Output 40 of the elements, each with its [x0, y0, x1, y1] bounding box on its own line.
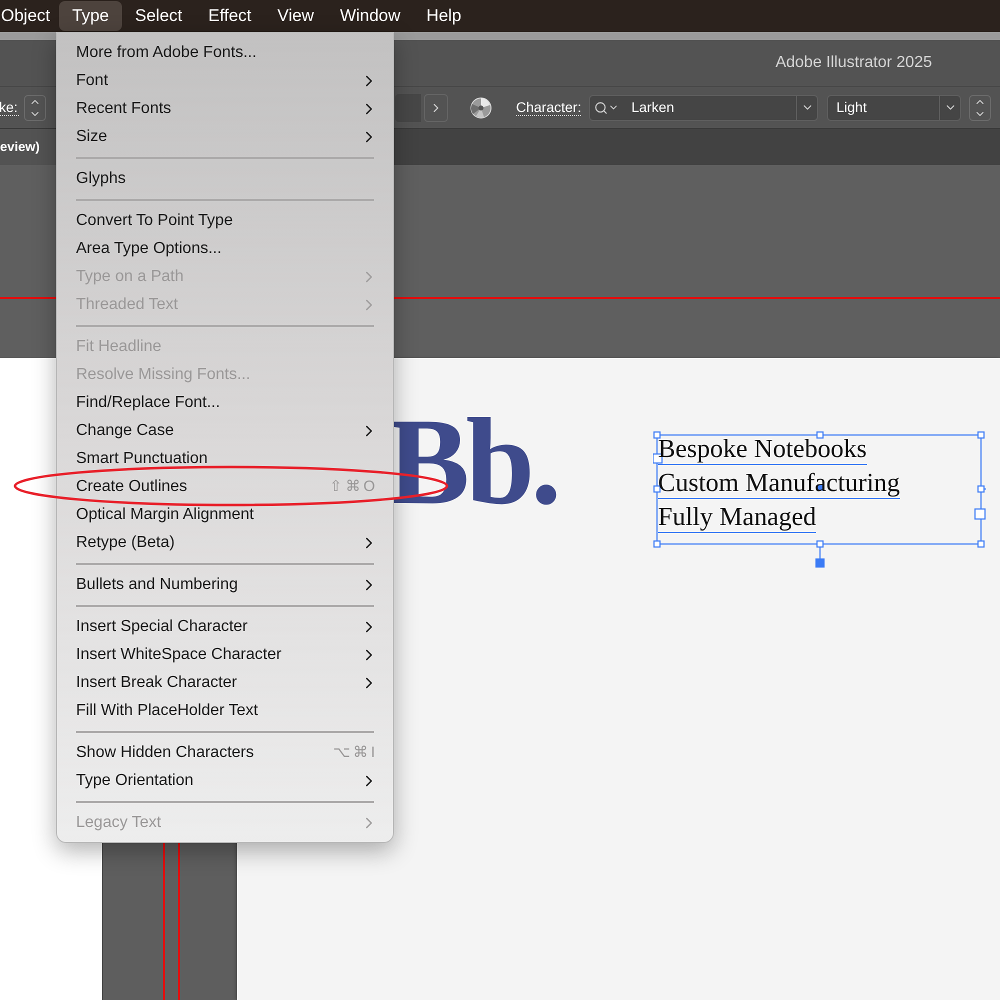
character-label[interactable]: Character: — [516, 99, 582, 116]
menu-item[interactable]: More from Adobe Fonts... — [57, 39, 393, 67]
window-title: Adobe Illustrator 2025 — [775, 53, 932, 73]
shortcut-text: ⇧⌘O — [329, 476, 378, 497]
menu-item[interactable]: Fill With PlaceHolder Text — [57, 697, 393, 725]
menu-bar-item[interactable]: Type — [59, 1, 122, 31]
menu-item[interactable]: Type Orientation — [57, 767, 393, 795]
stroke-label: ke: — [0, 99, 19, 116]
text-line: Fully Managed — [658, 502, 816, 533]
document-tab[interactable]: eview) — [0, 129, 56, 165]
menu-bar-item[interactable]: View — [264, 1, 327, 31]
menu-item[interactable]: Glyphs — [57, 165, 393, 193]
menu-item[interactable]: Retype (Beta) — [57, 529, 393, 557]
search-icon — [594, 100, 608, 114]
menu-item[interactable]: Insert Special Character — [57, 613, 393, 641]
menu-item[interactable]: Insert WhiteSpace Character — [57, 641, 393, 669]
menu-bar-item[interactable]: Object — [1, 1, 60, 31]
text-line: Custom Manufacturing — [658, 468, 900, 499]
text-frame[interactable]: Bespoke Notebooks Custom Manufacturing Fully Managed — [653, 431, 987, 571]
menu-bar-item[interactable]: Effect — [195, 1, 264, 31]
font-style-dropdown[interactable]: Light — [827, 94, 962, 120]
menu-item[interactable]: Size — [57, 123, 393, 151]
menu-item[interactable]: Show Hidden Characters ⌥⌘I — [57, 739, 393, 767]
menu-bar-item[interactable]: Select — [122, 1, 196, 31]
field-edge[interactable] — [395, 94, 421, 122]
color-wheel-icon[interactable] — [470, 96, 492, 118]
text-line: Bespoke Notebooks — [658, 434, 867, 465]
menu-item[interactable]: Font — [57, 67, 393, 95]
menu-bar-item[interactable]: Window — [326, 1, 414, 31]
menu-item[interactable]: Area Type Options... — [57, 235, 393, 263]
menu-bar-item[interactable]: Help — [413, 1, 474, 31]
stroke-stepper[interactable] — [24, 94, 46, 120]
menu-item[interactable]: Bullets and Numbering — [57, 571, 393, 599]
next-button[interactable] — [424, 94, 448, 122]
menu-item[interactable]: Convert To Point Type — [57, 207, 393, 235]
font-size-stepper[interactable] — [969, 94, 992, 120]
menu-item[interactable]: Insert Break Character — [57, 669, 393, 697]
menu-item[interactable]: Recent Fonts — [57, 95, 393, 123]
shortcut-text: ⌥⌘I — [332, 742, 378, 763]
font-family-field[interactable]: Larken — [589, 94, 818, 120]
